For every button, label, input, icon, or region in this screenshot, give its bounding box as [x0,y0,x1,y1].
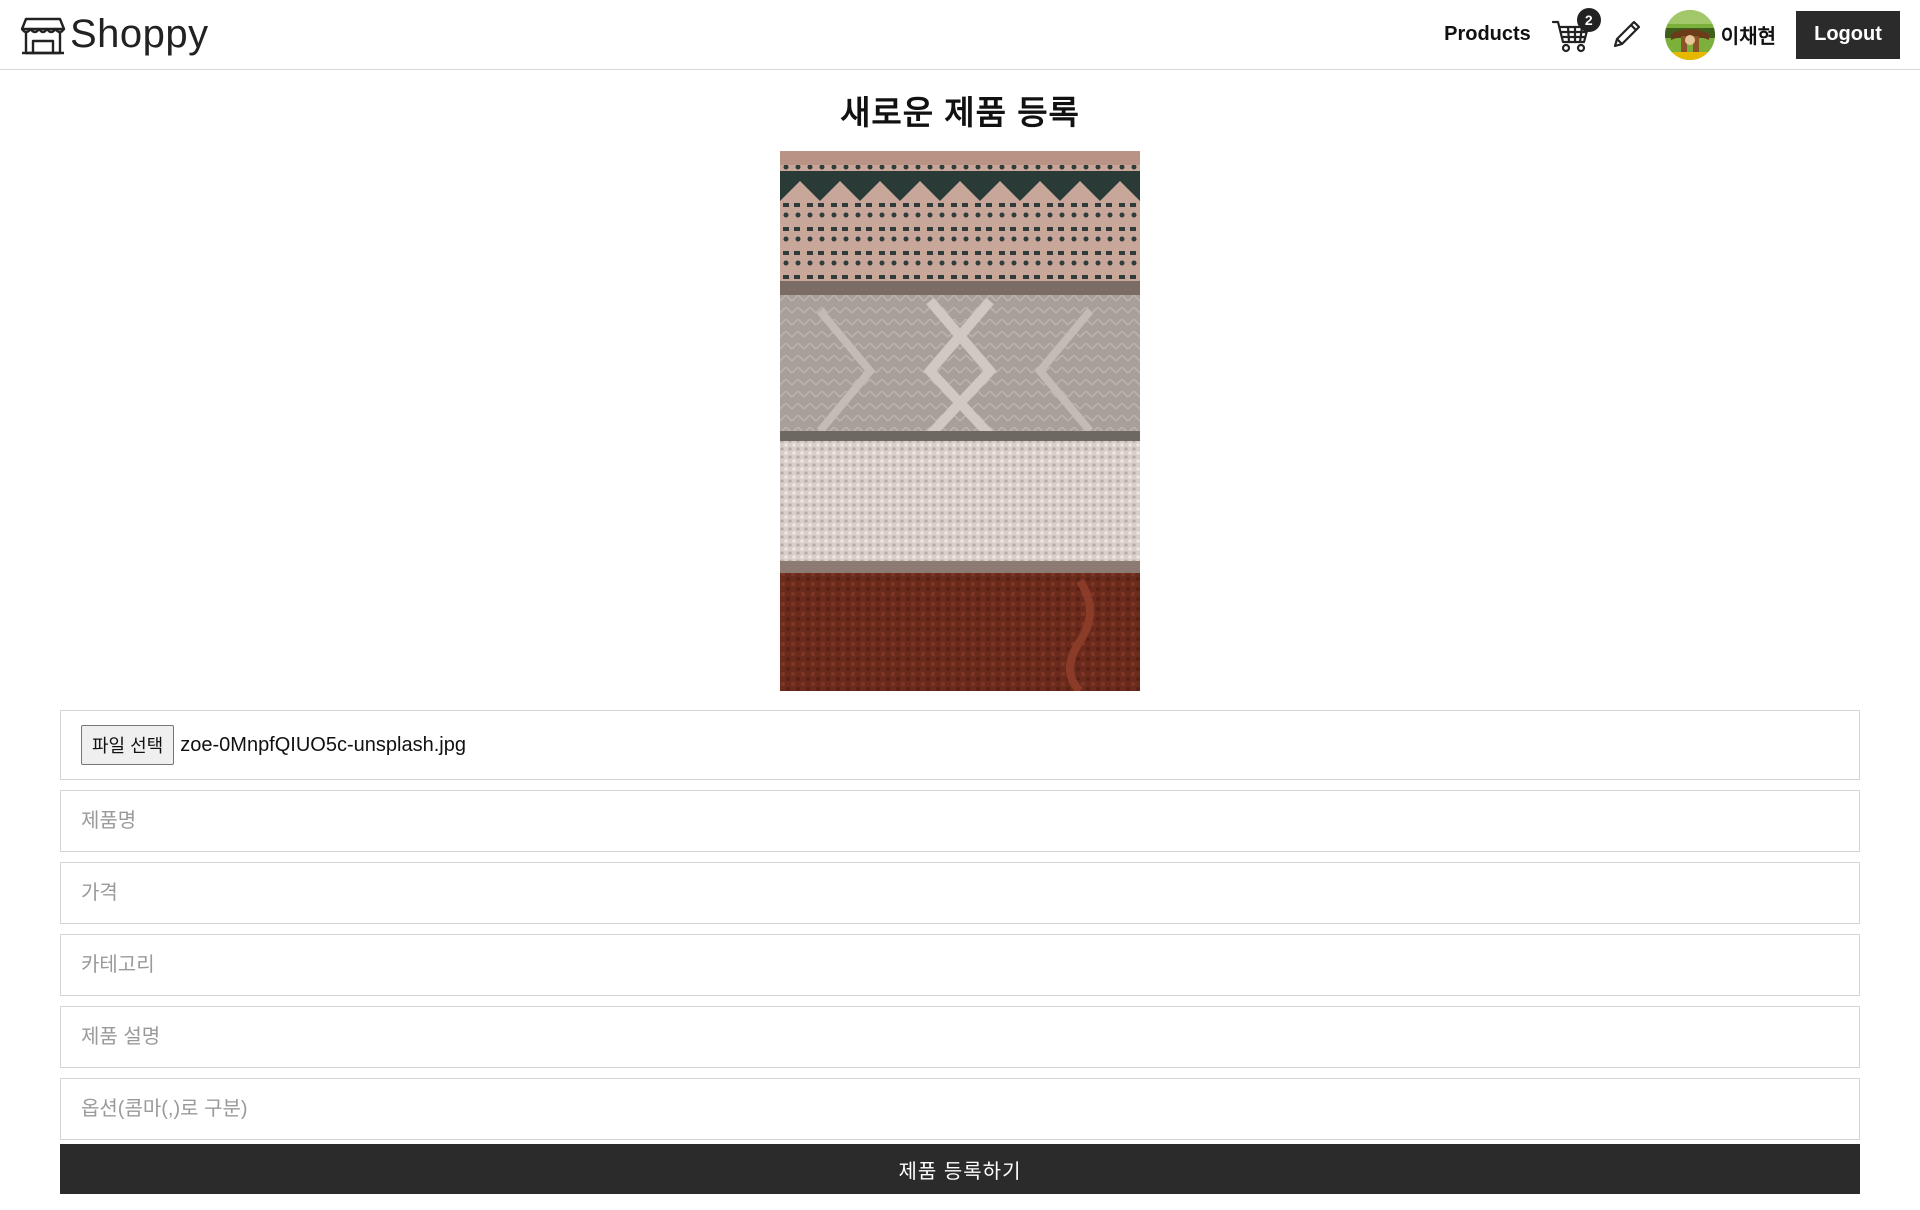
category-input[interactable] [60,934,1860,996]
logo-text: Shoppy [70,12,209,56]
file-select-button[interactable]: 파일 선택 [81,725,175,765]
header-nav: Products 2 이채현 Logout [1444,0,1900,70]
page-title: 새로운 제품 등록 [840,94,1080,131]
top-navbar: Shoppy Products 2 이채현 Logout [0,0,1920,70]
shoppy-logo-link[interactable]: Shoppy [20,12,209,57]
product-registration-form: 파일 선택 zoe-0MnpfQIUO5c-unsplash.jpg 제품 등록… [60,710,1860,1194]
file-upload-field: 파일 선택 zoe-0MnpfQIUO5c-unsplash.jpg [60,710,1860,780]
sweater-stack-image [780,151,1140,691]
pencil-icon[interactable] [1609,18,1643,52]
logout-button[interactable]: Logout [1796,10,1900,59]
product-image-preview [780,151,1140,691]
nav-products-link[interactable]: Products [1444,23,1531,46]
register-product-button[interactable]: 제품 등록하기 [60,1144,1860,1194]
description-input[interactable] [60,1006,1860,1068]
avatar [1664,9,1715,60]
cart-button[interactable]: 2 [1551,7,1601,56]
cart-count-badge: 2 [1576,7,1601,32]
product-name-input[interactable] [60,790,1860,852]
user-name: 이채현 [1720,26,1776,48]
options-input[interactable] [60,1078,1860,1140]
avatar-image [1664,9,1715,60]
price-input[interactable] [60,862,1860,924]
selected-file-name: zoe-0MnpfQIUO5c-unsplash.jpg [180,733,466,756]
user-profile[interactable]: 이채현 [1664,9,1776,60]
storefront-icon [20,17,66,54]
